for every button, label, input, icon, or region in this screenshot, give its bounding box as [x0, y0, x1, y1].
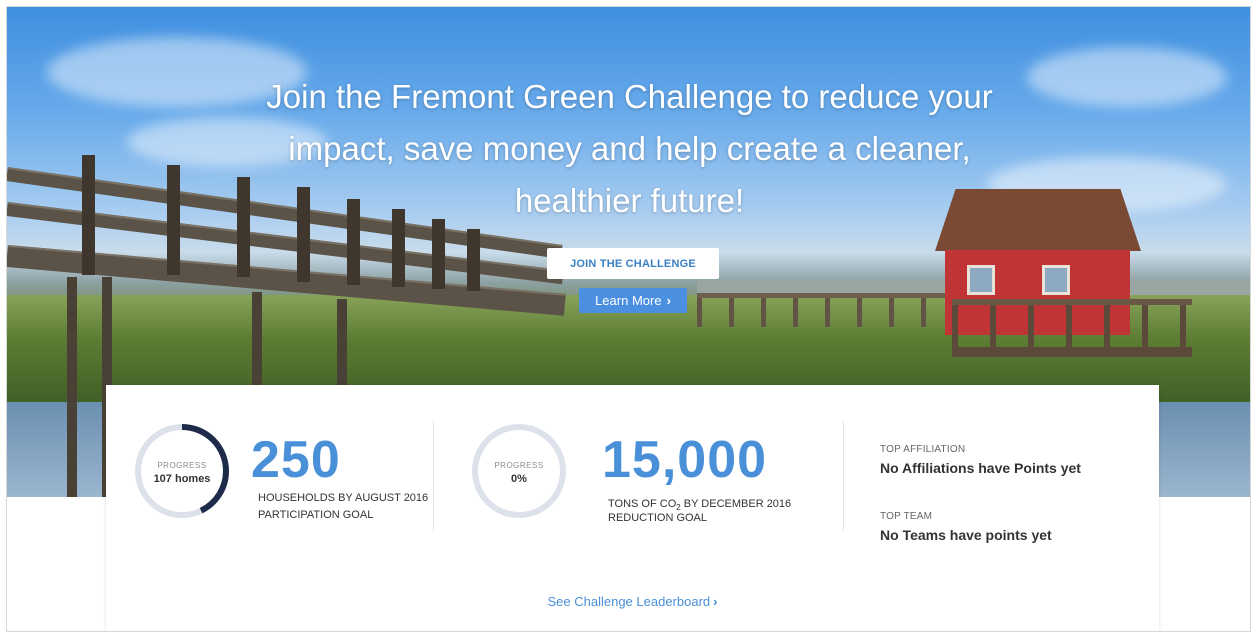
fence	[697, 293, 952, 327]
top-affiliation-value: No Affiliations have Points yet	[880, 460, 1081, 476]
top-affiliation-label: TOP AFFILIATION	[880, 444, 966, 455]
page-frame: Join the Fremont Green Challenge to redu…	[6, 6, 1251, 632]
shed-deck-top-rail	[952, 299, 1192, 305]
progress-label: PROGRESS	[157, 461, 207, 470]
boardwalk-leg	[252, 292, 262, 392]
co2-goal-line2: REDUCTION GOAL	[608, 512, 708, 524]
households-goal-line1: HOUSEHOLDS BY AUGUST 2016	[258, 492, 429, 504]
boardwalk-post	[467, 229, 480, 291]
chevron-right-icon: ›	[666, 293, 671, 308]
households-progress-text: PROGRESS 107 homes	[134, 461, 230, 485]
top-team-value: No Teams have points yet	[880, 527, 1052, 543]
households-progress-value: 107 homes	[153, 473, 211, 485]
boardwalk-leg	[67, 277, 77, 497]
co2-goal-number: 15,000	[602, 431, 768, 489]
see-leaderboard-link[interactable]: See Challenge Leaderboard ›	[106, 594, 1159, 609]
shed-window	[967, 265, 995, 295]
shed-window	[1042, 265, 1070, 295]
boardwalk-leg	[337, 299, 347, 389]
cloud	[1027, 47, 1227, 107]
chevron-right-icon: ›	[713, 594, 718, 609]
progress-label: PROGRESS	[494, 461, 544, 470]
join-challenge-button[interactable]: JOIN THE CHALLENGE	[547, 248, 719, 279]
hero-headline: Join the Fremont Green Challenge to redu…	[266, 78, 993, 219]
co2-goal-prefix: TONS OF CO	[608, 498, 677, 510]
co2-goal-suffix: BY DECEMBER 2016	[680, 498, 792, 510]
shed-deck-floor	[952, 347, 1192, 357]
challenge-stats-card: PROGRESS 107 homes 250 HOUSEHOLDS BY AUG…	[106, 385, 1159, 631]
learn-more-label: Learn More	[595, 293, 662, 308]
divider	[433, 421, 434, 531]
learn-more-button[interactable]: Learn More ›	[579, 288, 687, 313]
top-team-label: TOP TEAM	[880, 511, 933, 522]
boardwalk-post	[167, 165, 180, 275]
households-goal-line2: PARTICIPATION GOAL	[258, 509, 374, 521]
divider	[843, 421, 844, 531]
boardwalk-post	[432, 219, 445, 289]
co2-progress-text: PROGRESS 0%	[471, 461, 567, 485]
boardwalk-post	[82, 155, 95, 275]
co2-progress-value: 0%	[511, 473, 527, 485]
households-goal-number: 250	[251, 431, 341, 489]
leaderboard-link-label: See Challenge Leaderboard	[547, 594, 711, 609]
